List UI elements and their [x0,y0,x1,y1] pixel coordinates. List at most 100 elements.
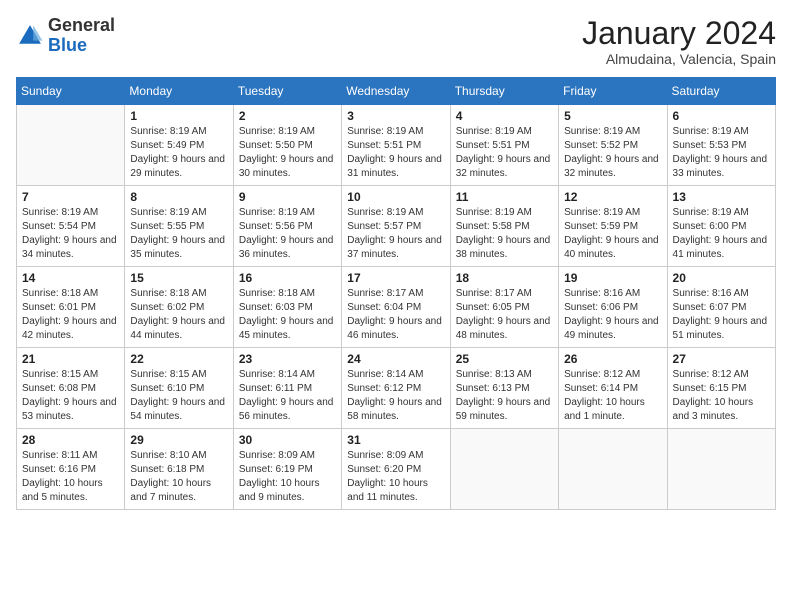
day-info: Sunrise: 8:19 AMSunset: 5:58 PMDaylight:… [456,206,553,262]
day-info: Sunrise: 8:10 AMSunset: 6:18 PMDaylight:… [130,449,227,505]
calendar-cell: 4 Sunrise: 8:19 AMSunset: 5:51 PMDaylight… [450,105,558,186]
logo-text: General Blue [48,16,115,56]
day-number: 1 [130,109,227,123]
day-number: 27 [673,352,770,366]
day-number: 29 [130,433,227,447]
calendar-cell: 14 Sunrise: 8:18 AMSunset: 6:01 PMDayligh… [17,267,125,348]
calendar-week-5: 28 Sunrise: 8:11 AMSunset: 6:16 PMDayligh… [17,429,776,510]
day-info: Sunrise: 8:15 AMSunset: 6:08 PMDaylight:… [22,368,119,424]
header-sunday: Sunday [17,78,125,105]
calendar-week-4: 21 Sunrise: 8:15 AMSunset: 6:08 PMDayligh… [17,348,776,429]
calendar-cell: 9 Sunrise: 8:19 AMSunset: 5:56 PMDaylight… [233,186,341,267]
day-info: Sunrise: 8:14 AMSunset: 6:11 PMDaylight:… [239,368,336,424]
month-title: January 2024 [582,16,776,51]
day-info: Sunrise: 8:16 AMSunset: 6:07 PMDaylight:… [673,287,770,343]
calendar-cell: 12Sunrise: 8:19 AMSunset: 5:59 PMDayligh… [559,186,667,267]
header-thursday: Thursday [450,78,558,105]
day-info: Sunrise: 8:11 AMSunset: 6:16 PMDaylight:… [22,449,119,505]
day-info: Sunrise: 8:19 AMSunset: 5:52 PMDaylight:… [564,125,661,181]
day-number: 14 [22,271,119,285]
day-info: Sunrise: 8:19 AMSunset: 5:55 PMDaylight:… [130,206,227,262]
day-info: Sunrise: 8:19 AMSunset: 5:50 PMDaylight:… [239,125,336,181]
day-number: 10 [347,190,444,204]
day-info: Sunrise: 8:15 AMSunset: 6:10 PMDaylight:… [130,368,227,424]
calendar-cell: 16 Sunrise: 8:18 AMSunset: 6:03 PMDayligh… [233,267,341,348]
day-info: Sunrise: 8:16 AMSunset: 6:06 PMDaylight:… [564,287,661,343]
day-number: 30 [239,433,336,447]
calendar-table: SundayMondayTuesdayWednesdayThursdayFrid… [16,77,776,510]
day-number: 28 [22,433,119,447]
calendar-header-row: SundayMondayTuesdayWednesdayThursdayFrid… [17,78,776,105]
calendar-cell: 27Sunrise: 8:12 AMSunset: 6:15 PMDayligh… [667,348,775,429]
day-number: 3 [347,109,444,123]
calendar-week-3: 14 Sunrise: 8:18 AMSunset: 6:01 PMDayligh… [17,267,776,348]
location-subtitle: Almudaina, Valencia, Spain [582,51,776,67]
calendar-cell: 10 Sunrise: 8:19 AMSunset: 5:57 PMDayligh… [342,186,450,267]
calendar-cell: 19Sunrise: 8:16 AMSunset: 6:06 PMDayligh… [559,267,667,348]
calendar-cell: 1 Sunrise: 8:19 AMSunset: 5:49 PMDaylight… [125,105,233,186]
calendar-cell: 13Sunrise: 8:19 AMSunset: 6:00 PMDayligh… [667,186,775,267]
header-wednesday: Wednesday [342,78,450,105]
day-number: 22 [130,352,227,366]
day-info: Sunrise: 8:18 AMSunset: 6:01 PMDaylight:… [22,287,119,343]
calendar-cell: 30 Sunrise: 8:09 AMSunset: 6:19 PMDayligh… [233,429,341,510]
day-number: 18 [456,271,553,285]
logo-blue: Blue [48,35,87,55]
day-info: Sunrise: 8:13 AMSunset: 6:13 PMDaylight:… [456,368,553,424]
day-number: 26 [564,352,661,366]
calendar-cell [667,429,775,510]
day-number: 15 [130,271,227,285]
day-info: Sunrise: 8:17 AMSunset: 6:04 PMDaylight:… [347,287,444,343]
logo-icon [16,22,44,50]
calendar-cell: 2 Sunrise: 8:19 AMSunset: 5:50 PMDaylight… [233,105,341,186]
calendar-cell: 15Sunrise: 8:18 AMSunset: 6:02 PMDayligh… [125,267,233,348]
day-info: Sunrise: 8:19 AMSunset: 6:00 PMDaylight:… [673,206,770,262]
calendar-cell: 20 Sunrise: 8:16 AMSunset: 6:07 PMDayligh… [667,267,775,348]
header-saturday: Saturday [667,78,775,105]
day-info: Sunrise: 8:19 AMSunset: 5:56 PMDaylight:… [239,206,336,262]
calendar-cell: 5Sunrise: 8:19 AMSunset: 5:52 PMDaylight… [559,105,667,186]
day-number: 20 [673,271,770,285]
day-number: 24 [347,352,444,366]
calendar-cell: 6 Sunrise: 8:19 AMSunset: 5:53 PMDaylight… [667,105,775,186]
day-info: Sunrise: 8:14 AMSunset: 6:12 PMDaylight:… [347,368,444,424]
day-number: 25 [456,352,553,366]
calendar-cell: 23Sunrise: 8:14 AMSunset: 6:11 PMDayligh… [233,348,341,429]
day-number: 8 [130,190,227,204]
calendar-cell: 26Sunrise: 8:12 AMSunset: 6:14 PMDayligh… [559,348,667,429]
day-info: Sunrise: 8:19 AMSunset: 5:57 PMDaylight:… [347,206,444,262]
day-number: 4 [456,109,553,123]
day-number: 6 [673,109,770,123]
title-block: January 2024 Almudaina, Valencia, Spain [582,16,776,67]
calendar-cell: 11Sunrise: 8:19 AMSunset: 5:58 PMDayligh… [450,186,558,267]
day-number: 2 [239,109,336,123]
day-info: Sunrise: 8:19 AMSunset: 5:51 PMDaylight:… [347,125,444,181]
page-header: General Blue January 2024 Almudaina, Val… [16,16,776,67]
calendar-cell: 3 Sunrise: 8:19 AMSunset: 5:51 PMDaylight… [342,105,450,186]
day-number: 12 [564,190,661,204]
day-info: Sunrise: 8:19 AMSunset: 5:49 PMDaylight:… [130,125,227,181]
day-number: 16 [239,271,336,285]
day-number: 31 [347,433,444,447]
calendar-cell [17,105,125,186]
day-number: 17 [347,271,444,285]
calendar-cell: 24 Sunrise: 8:14 AMSunset: 6:12 PMDayligh… [342,348,450,429]
day-info: Sunrise: 8:19 AMSunset: 5:51 PMDaylight:… [456,125,553,181]
day-info: Sunrise: 8:09 AMSunset: 6:19 PMDaylight:… [239,449,336,505]
calendar-cell: 21 Sunrise: 8:15 AMSunset: 6:08 PMDayligh… [17,348,125,429]
day-info: Sunrise: 8:17 AMSunset: 6:05 PMDaylight:… [456,287,553,343]
day-number: 9 [239,190,336,204]
day-info: Sunrise: 8:19 AMSunset: 5:53 PMDaylight:… [673,125,770,181]
calendar-cell: 31 Sunrise: 8:09 AMSunset: 6:20 PMDayligh… [342,429,450,510]
header-tuesday: Tuesday [233,78,341,105]
day-info: Sunrise: 8:09 AMSunset: 6:20 PMDaylight:… [347,449,444,505]
day-info: Sunrise: 8:18 AMSunset: 6:03 PMDaylight:… [239,287,336,343]
calendar-cell: 17 Sunrise: 8:17 AMSunset: 6:04 PMDayligh… [342,267,450,348]
calendar-cell [450,429,558,510]
day-number: 21 [22,352,119,366]
calendar-cell: 25 Sunrise: 8:13 AMSunset: 6:13 PMDayligh… [450,348,558,429]
calendar-cell: 29 Sunrise: 8:10 AMSunset: 6:18 PMDayligh… [125,429,233,510]
calendar-cell: 28 Sunrise: 8:11 AMSunset: 6:16 PMDayligh… [17,429,125,510]
calendar-cell: 18 Sunrise: 8:17 AMSunset: 6:05 PMDayligh… [450,267,558,348]
calendar-cell: 7Sunrise: 8:19 AMSunset: 5:54 PMDaylight… [17,186,125,267]
